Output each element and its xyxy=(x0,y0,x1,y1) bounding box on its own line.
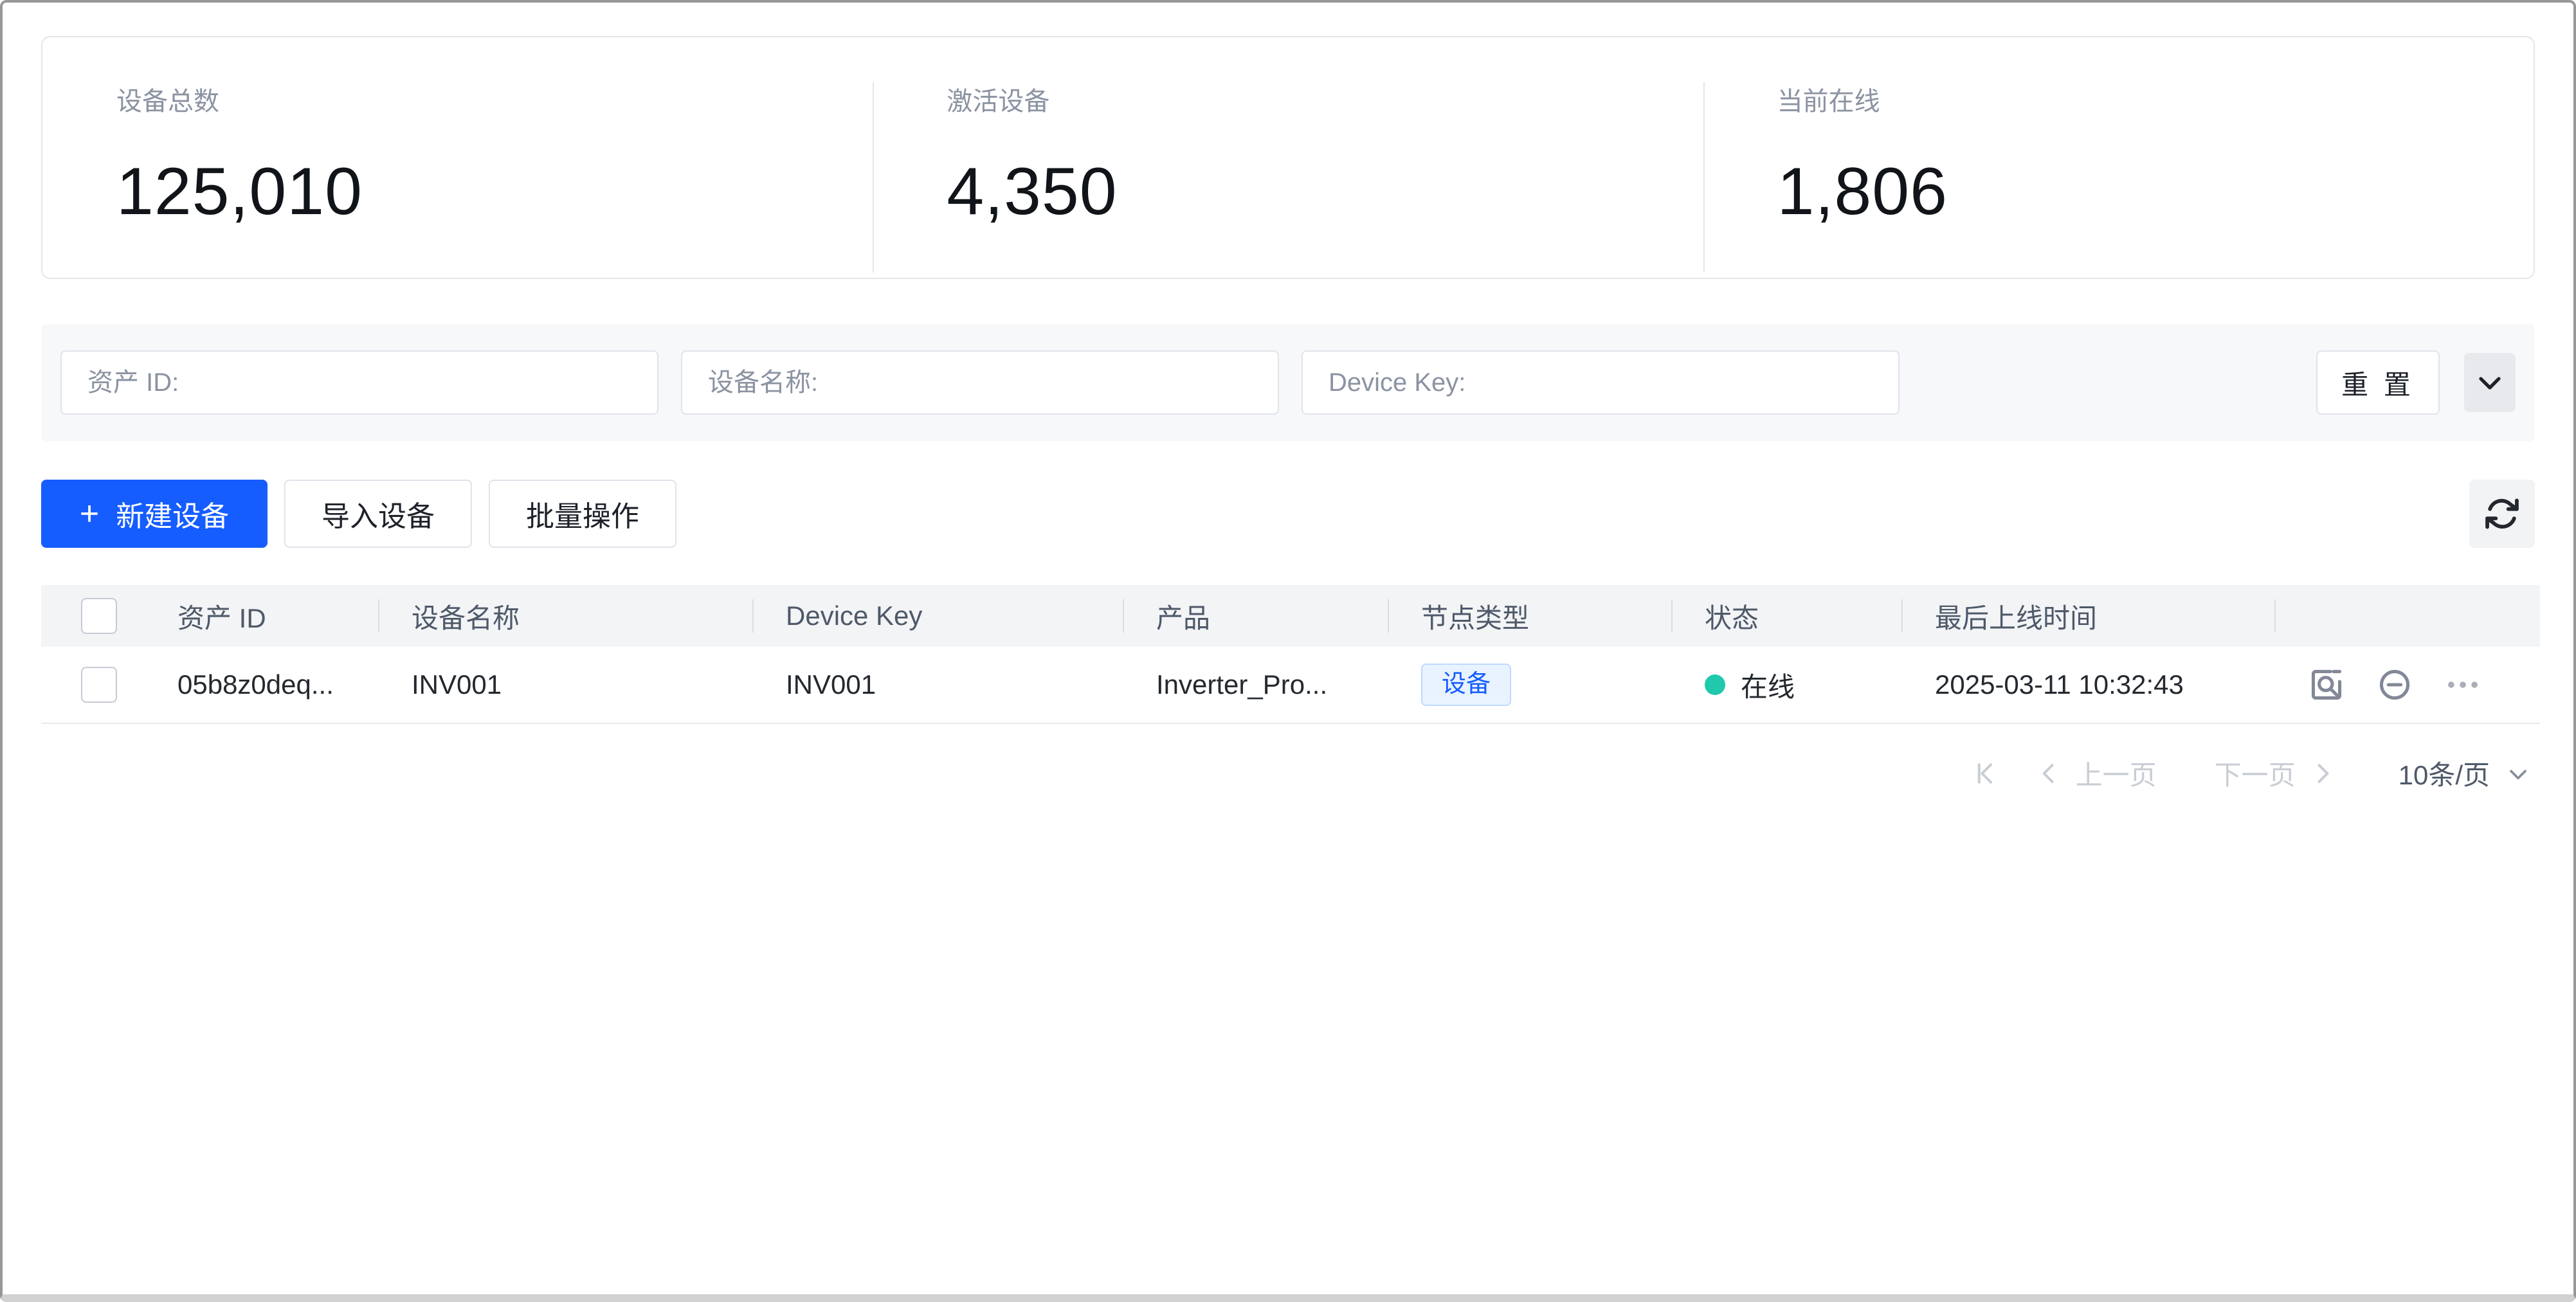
cell-device-name: INV001 xyxy=(378,647,752,723)
stats-card: 设备总数 125,010 激活设备 4,350 当前在线 1,806 xyxy=(41,36,2535,279)
chevron-right-icon xyxy=(2308,759,2337,788)
device-key-input[interactable] xyxy=(1302,350,1900,415)
create-device-button[interactable]: + 新建设备 xyxy=(41,480,268,548)
stat-label: 设备总数 xyxy=(116,89,873,114)
filter-expand-button[interactable] xyxy=(2464,353,2516,412)
cell-actions xyxy=(2274,647,2540,723)
app-window: 设备总数 125,010 激活设备 4,350 当前在线 1,806 重 置 xyxy=(0,0,2576,1302)
more-icon[interactable] xyxy=(2444,666,2481,703)
column-header-device-name: 设备名称 xyxy=(378,585,752,647)
row-checkbox[interactable] xyxy=(81,667,117,703)
prev-page-button[interactable]: 上一页 xyxy=(2035,754,2157,793)
stat-label: 激活设备 xyxy=(947,89,1703,114)
column-header-asset-id: 资产 ID xyxy=(144,585,378,647)
cell-last-online: 2025-03-11 10:32:43 xyxy=(1901,647,2274,723)
stat-total-devices: 设备总数 125,010 xyxy=(42,37,873,278)
table-row: 05b8z0deq... INV001 INV001 Inverter_Pro.… xyxy=(41,647,2540,723)
stat-activated-devices: 激活设备 4,350 xyxy=(873,37,1703,278)
disable-icon[interactable] xyxy=(2376,666,2413,703)
online-status-dot xyxy=(1705,674,1725,695)
stat-value: 125,010 xyxy=(116,158,873,225)
cell-status: 在线 xyxy=(1671,647,1901,723)
cell-product: Inverter_Pro... xyxy=(1123,647,1388,723)
select-all-checkbox[interactable] xyxy=(81,598,117,634)
column-header-status: 状态 xyxy=(1671,585,1901,647)
next-page-label: 下一页 xyxy=(2215,754,2296,793)
table-header-row: 资产 ID 设备名称 Device Key 产品 节点类型 状态 最后上线时间 xyxy=(41,585,2540,647)
stat-value: 4,350 xyxy=(947,158,1703,225)
chevron-down-icon xyxy=(2474,367,2505,398)
stat-label: 当前在线 xyxy=(1777,89,2534,114)
reset-button[interactable]: 重 置 xyxy=(2316,350,2440,415)
row-select-cell xyxy=(41,647,144,723)
stat-current-online: 当前在线 1,806 xyxy=(1703,37,2534,278)
toolbar: + 新建设备 导入设备 批量操作 xyxy=(41,480,2535,548)
device-name-input[interactable] xyxy=(681,350,1279,415)
node-type-badge: 设备 xyxy=(1421,664,1511,706)
column-header-product: 产品 xyxy=(1123,585,1388,647)
header-select-all xyxy=(41,585,144,647)
pagination: 上一页 下一页 10条/页 xyxy=(41,754,2535,793)
filter-panel: 重 置 xyxy=(41,324,2535,441)
view-details-icon[interactable] xyxy=(2308,666,2345,703)
chevron-down-icon xyxy=(2504,759,2532,788)
cell-node-type: 设备 xyxy=(1388,647,1671,723)
page-content: 设备总数 125,010 激活设备 4,350 当前在线 1,806 重 置 xyxy=(3,3,2573,793)
status-text: 在线 xyxy=(1741,665,1795,705)
first-page-icon xyxy=(1970,759,1999,788)
prev-page-label: 上一页 xyxy=(2076,754,2157,793)
batch-actions-button[interactable]: 批量操作 xyxy=(489,480,676,548)
column-header-node-type: 节点类型 xyxy=(1388,585,1671,647)
refresh-button[interactable] xyxy=(2469,480,2535,548)
cell-device-key: INV001 xyxy=(752,647,1123,723)
create-device-label: 新建设备 xyxy=(116,493,229,534)
stat-value: 1,806 xyxy=(1777,158,2534,225)
first-page-button[interactable] xyxy=(1970,759,1999,788)
column-header-last-online: 最后上线时间 xyxy=(1901,585,2274,647)
import-device-button[interactable]: 导入设备 xyxy=(284,480,472,548)
refresh-icon xyxy=(2483,495,2521,532)
column-header-actions xyxy=(2274,585,2540,647)
next-page-button[interactable]: 下一页 xyxy=(2215,754,2337,793)
cell-asset-id: 05b8z0deq... xyxy=(144,647,378,723)
chevron-left-icon xyxy=(2035,759,2063,788)
page-size-select[interactable]: 10条/页 xyxy=(2399,754,2532,793)
asset-id-input[interactable] xyxy=(60,350,658,415)
device-table: 资产 ID 设备名称 Device Key 产品 节点类型 状态 最后上线时间 … xyxy=(41,585,2540,724)
page-size-value: 10条/页 xyxy=(2399,754,2490,793)
column-header-device-key: Device Key xyxy=(752,585,1123,647)
plus-icon: + xyxy=(80,497,99,530)
